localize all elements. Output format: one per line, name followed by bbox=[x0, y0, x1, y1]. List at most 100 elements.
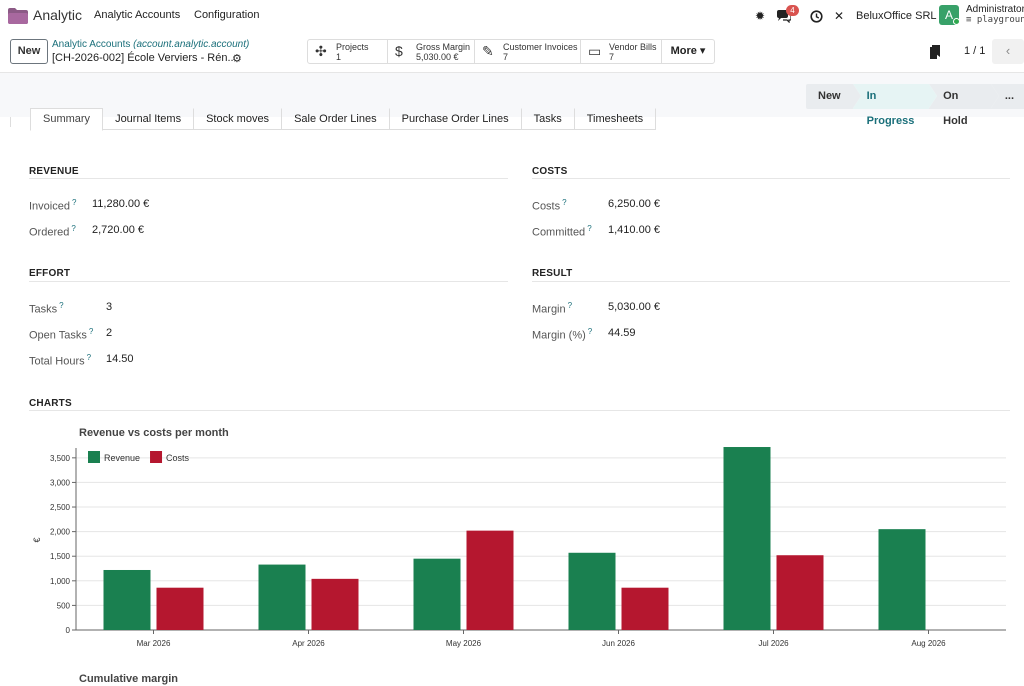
smart-button-value: 5,030.00 € bbox=[416, 52, 459, 62]
pencil-square-icon: ✎ bbox=[482, 43, 494, 59]
menu-analytic-accounts[interactable]: Analytic Accounts bbox=[94, 9, 180, 21]
divider bbox=[532, 281, 1010, 282]
chevron-left-icon[interactable]: ‹ bbox=[992, 39, 1024, 64]
breadcrumb-model: (account.analytic.account) bbox=[133, 39, 250, 50]
legend-swatch-revenue bbox=[88, 451, 100, 463]
breadcrumb-link[interactable]: Analytic Accounts bbox=[52, 39, 130, 50]
bar-revenue bbox=[878, 529, 926, 630]
tab-purchase-order-lines[interactable]: Purchase Order Lines bbox=[390, 108, 522, 130]
bar-costs bbox=[466, 530, 514, 630]
open-tasks-value: 2 bbox=[106, 327, 113, 339]
tools-icon[interactable]: ✕ bbox=[831, 8, 847, 24]
smart-button-label: Vendor Bills bbox=[609, 42, 657, 52]
divider bbox=[29, 410, 1010, 411]
online-status-icon bbox=[953, 18, 960, 25]
result-section-title: RESULT bbox=[532, 268, 573, 279]
company-switcher[interactable]: BeluxOffice SRL bbox=[856, 10, 937, 22]
tab-tasks[interactable]: Tasks bbox=[522, 108, 575, 130]
smart-button-value: 1 bbox=[336, 52, 342, 62]
y-tick-label: 1,000 bbox=[50, 577, 71, 586]
top-navbar: Analytic Analytic Accounts Configuration… bbox=[0, 0, 1024, 32]
smart-buttons: ✣ Projects 1 $ Gross Margin 5,030.00 € ✎… bbox=[307, 39, 715, 64]
bar-costs bbox=[621, 587, 669, 630]
ordered-label: Ordered? bbox=[29, 224, 76, 239]
gross-margin-smart-button[interactable]: $ Gross Margin 5,030.00 € bbox=[388, 40, 475, 63]
pager-value[interactable]: 1 / 1 bbox=[964, 45, 985, 57]
folder-app-icon[interactable] bbox=[8, 8, 28, 24]
help-icon[interactable]: ? bbox=[588, 327, 592, 336]
stage-new[interactable]: New bbox=[806, 84, 861, 109]
chart-title: Revenue vs costs per month bbox=[79, 427, 229, 439]
y-axis-label: € bbox=[32, 537, 42, 542]
tab-journal-items[interactable]: Journal Items bbox=[103, 108, 195, 130]
tasks-value: 3 bbox=[106, 301, 113, 313]
total-hours-label: Total Hours? bbox=[29, 353, 92, 368]
clock-icon[interactable] bbox=[808, 8, 824, 24]
help-icon[interactable]: ? bbox=[72, 198, 76, 207]
x-tick-label: Jul 2026 bbox=[758, 639, 789, 648]
dollar-icon: $ bbox=[395, 43, 403, 59]
menu-configuration[interactable]: Configuration bbox=[194, 9, 259, 21]
help-icon[interactable]: ? bbox=[59, 301, 63, 310]
status-bar: New In Progress On Hold ... bbox=[806, 84, 1024, 127]
puzzle-icon: ✣ bbox=[315, 43, 327, 59]
x-tick-label: May 2026 bbox=[446, 639, 482, 648]
help-icon[interactable]: ? bbox=[562, 198, 566, 207]
projects-smart-button[interactable]: ✣ Projects 1 bbox=[308, 40, 388, 63]
y-tick-label: 2,500 bbox=[50, 503, 71, 512]
gear-icon[interactable]: ⚙ bbox=[232, 52, 242, 65]
divider bbox=[532, 178, 1010, 179]
bookmark-icon[interactable] bbox=[930, 45, 940, 59]
x-tick-label: Aug 2026 bbox=[911, 639, 946, 648]
bar-revenue bbox=[568, 552, 616, 630]
user-name[interactable]: Administrator bbox=[966, 4, 1024, 15]
bar-costs bbox=[156, 587, 204, 630]
ordered-value: 2,720.00 € bbox=[92, 224, 144, 236]
revenue-section-title: REVENUE bbox=[29, 166, 79, 177]
costs-label: Costs? bbox=[532, 198, 567, 213]
help-icon[interactable]: ? bbox=[87, 353, 91, 362]
new-button[interactable]: New bbox=[10, 39, 48, 64]
tab-sale-order-lines[interactable]: Sale Order Lines bbox=[282, 108, 390, 130]
divider bbox=[29, 178, 508, 179]
open-tasks-label: Open Tasks? bbox=[29, 327, 94, 342]
tab-summary[interactable]: Summary bbox=[30, 108, 104, 131]
smart-button-value: 7 bbox=[503, 52, 509, 62]
tab-stock-moves[interactable]: Stock moves bbox=[194, 108, 283, 130]
legend-label-costs: Costs bbox=[166, 453, 190, 463]
help-icon[interactable]: ? bbox=[568, 301, 572, 310]
customer-invoices-smart-button[interactable]: ✎ Customer Invoices 7 bbox=[475, 40, 581, 63]
bar-costs bbox=[776, 555, 824, 630]
app-name[interactable]: Analytic bbox=[33, 7, 82, 23]
effort-section-title: EFFORT bbox=[29, 268, 71, 279]
bug-icon[interactable]: ✹ bbox=[752, 8, 768, 24]
smart-button-label: Projects bbox=[336, 42, 369, 52]
vendor-bills-smart-button[interactable]: ▭ Vendor Bills 7 bbox=[581, 40, 662, 63]
x-tick-label: Apr 2026 bbox=[292, 639, 325, 648]
legend-label-revenue: Revenue bbox=[104, 453, 140, 463]
invoiced-label: Invoiced? bbox=[29, 198, 77, 213]
breadcrumb[interactable]: Analytic Accounts (account.analytic.acco… bbox=[52, 39, 249, 50]
costs-section-title: COSTS bbox=[532, 166, 568, 177]
stage-on-hold[interactable]: On Hold bbox=[929, 84, 999, 127]
cumulative-margin-chart-title: Cumulative margin bbox=[79, 673, 179, 685]
bar-revenue bbox=[103, 569, 151, 630]
invoiced-value: 11,280.00 € bbox=[92, 198, 150, 210]
help-icon[interactable]: ? bbox=[71, 224, 75, 233]
notification-count-badge: 4 bbox=[786, 5, 799, 16]
committed-label: Committed? bbox=[532, 224, 592, 239]
bar-revenue bbox=[723, 447, 771, 630]
database-name: ≡ playground bbox=[966, 15, 1024, 25]
y-tick-label: 1,500 bbox=[50, 552, 71, 561]
margin-label: Margin? bbox=[532, 301, 573, 316]
help-icon[interactable]: ? bbox=[89, 327, 93, 336]
help-icon[interactable]: ? bbox=[587, 224, 591, 233]
stage-in-progress[interactable]: In Progress bbox=[852, 84, 937, 127]
more-button[interactable]: More ▾ bbox=[662, 40, 714, 63]
y-tick-label: 2,000 bbox=[50, 528, 71, 537]
revenue-costs-bar-chart: 0 500 1,000 1,500 2,000 2,500 3,000 3,500 € Mar 2… bbox=[32, 447, 1006, 648]
committed-value: 1,410.00 € bbox=[608, 224, 660, 236]
tab-timesheets[interactable]: Timesheets bbox=[575, 108, 657, 130]
y-tick-label: 3,500 bbox=[50, 454, 71, 463]
y-tick-label: 3,000 bbox=[50, 478, 71, 487]
